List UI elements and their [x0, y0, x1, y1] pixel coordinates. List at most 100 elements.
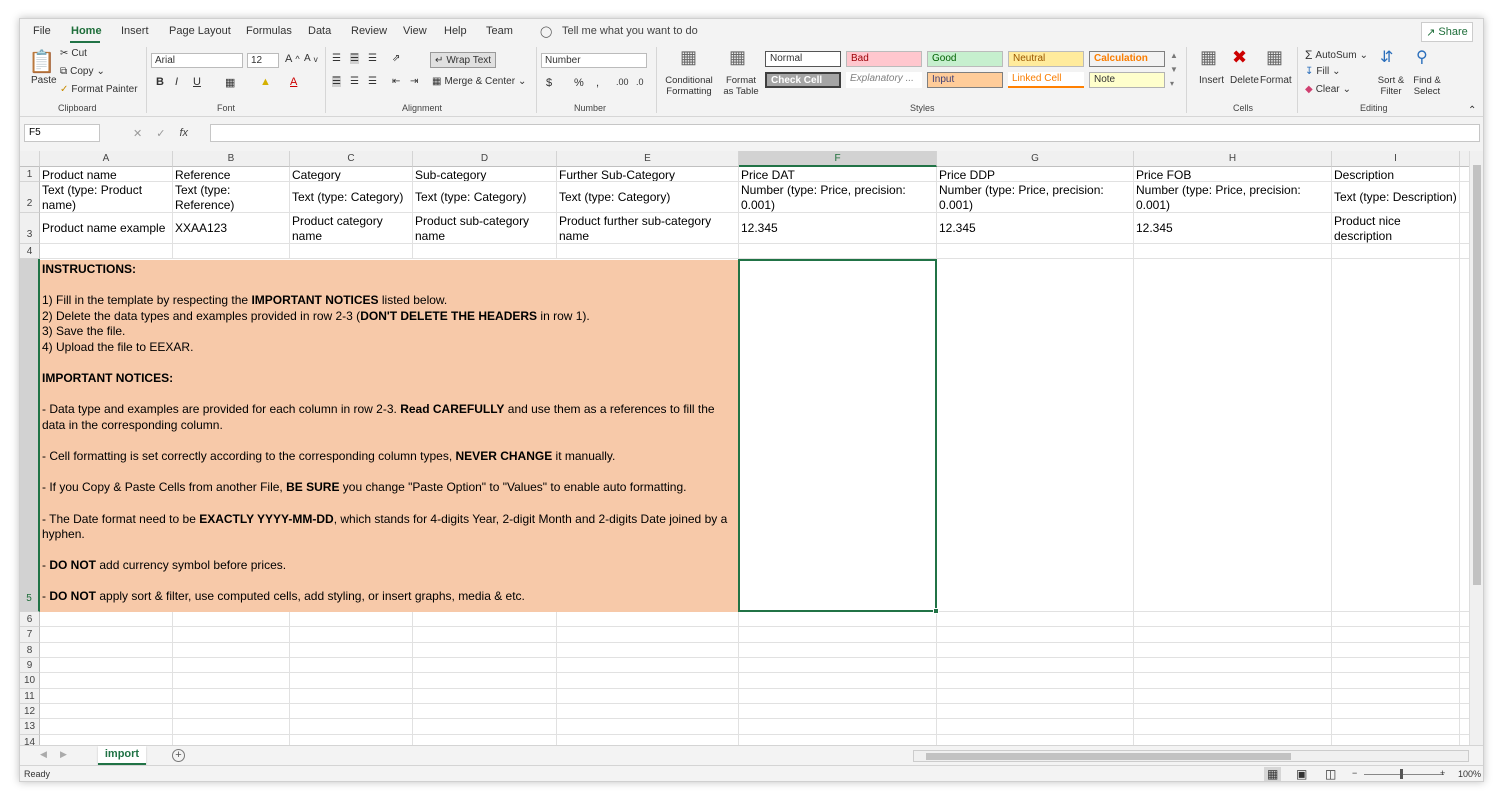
- empty-cell[interactable]: [1134, 673, 1332, 689]
- empty-cell[interactable]: [937, 643, 1134, 658]
- select-all-corner[interactable]: [20, 151, 40, 167]
- conditional-formatting-button[interactable]: Conditional Formatting: [661, 75, 717, 97]
- align-top-icon[interactable]: ☰: [332, 53, 341, 64]
- column-header-a[interactable]: A: [40, 151, 173, 167]
- empty-cell[interactable]: [413, 612, 557, 627]
- empty-cell[interactable]: [40, 643, 173, 658]
- tab-view[interactable]: View: [403, 25, 427, 37]
- empty-cell[interactable]: [40, 735, 173, 745]
- page-break-view-icon[interactable]: ◫: [1325, 767, 1336, 781]
- empty-cell[interactable]: [1332, 719, 1460, 735]
- horizontal-scroll-thumb[interactable]: [926, 753, 1291, 760]
- orientation-icon[interactable]: ⇗: [392, 53, 400, 64]
- empty-cell[interactable]: [413, 658, 557, 673]
- empty-cell[interactable]: [40, 689, 173, 704]
- empty-cell[interactable]: [1332, 658, 1460, 673]
- vertical-scroll-thumb[interactable]: [1473, 165, 1481, 585]
- align-middle-icon[interactable]: ☰: [350, 53, 359, 64]
- empty-cell[interactable]: [557, 244, 739, 259]
- horizontal-scrollbar[interactable]: [913, 750, 1469, 762]
- empty-cell[interactable]: [1332, 244, 1460, 259]
- collapse-ribbon-icon[interactable]: ⌃: [1468, 105, 1476, 116]
- cell-g1[interactable]: Price DDP: [937, 167, 1134, 182]
- empty-cell[interactable]: [40, 627, 173, 643]
- cell-h3[interactable]: 12.345: [1134, 213, 1332, 244]
- increase-decimal-icon[interactable]: .00: [616, 77, 629, 87]
- share-button[interactable]: ↗ Share: [1421, 22, 1473, 42]
- cell-c3[interactable]: Product category name: [290, 213, 413, 244]
- fx-icon[interactable]: fx: [179, 127, 188, 139]
- empty-cell[interactable]: [1134, 689, 1332, 704]
- style-input[interactable]: Input: [927, 72, 1003, 88]
- empty-cell[interactable]: [557, 689, 739, 704]
- empty-cell[interactable]: [739, 689, 937, 704]
- cell-f2[interactable]: Number (type: Price, precision: 0.001): [739, 182, 937, 213]
- style-good[interactable]: Good: [927, 51, 1003, 67]
- style-explanatory[interactable]: Explanatory ...: [846, 72, 922, 88]
- insert-cells-button[interactable]: Insert: [1199, 75, 1224, 86]
- bold-button[interactable]: B: [156, 76, 164, 88]
- empty-cell[interactable]: [290, 673, 413, 689]
- empty-cell[interactable]: [557, 612, 739, 627]
- empty-cell[interactable]: [739, 704, 937, 719]
- empty-cell[interactable]: [557, 735, 739, 745]
- styles-scroll-icon[interactable]: ▲ ▼ ▾: [1170, 49, 1178, 91]
- underline-button[interactable]: U: [193, 76, 201, 88]
- conditional-formatting-icon[interactable]: ▦: [680, 47, 697, 68]
- font-size-select[interactable]: 12: [247, 53, 279, 68]
- paste-button[interactable]: 📋: [28, 49, 55, 75]
- empty-cell[interactable]: [413, 735, 557, 745]
- empty-cell[interactable]: [739, 643, 937, 658]
- empty-cell[interactable]: [173, 643, 290, 658]
- page-layout-view-icon[interactable]: ▣: [1296, 767, 1307, 781]
- style-check-cell[interactable]: Check Cell: [765, 72, 841, 88]
- cell-b3[interactable]: XXAA123: [173, 213, 290, 244]
- cell-c1[interactable]: Category: [290, 167, 413, 182]
- empty-cell[interactable]: [739, 719, 937, 735]
- decrease-font-icon[interactable]: Av: [304, 53, 318, 64]
- row-header-8[interactable]: 8: [20, 643, 40, 658]
- row-header-13[interactable]: 13: [20, 719, 40, 735]
- empty-cell[interactable]: [413, 689, 557, 704]
- empty-cell[interactable]: [557, 719, 739, 735]
- empty-cell[interactable]: [739, 658, 937, 673]
- tab-help[interactable]: Help: [444, 25, 467, 37]
- row-header-14[interactable]: 14: [20, 735, 40, 745]
- empty-cell[interactable]: [413, 719, 557, 735]
- empty-cell[interactable]: [173, 658, 290, 673]
- empty-cell[interactable]: [557, 704, 739, 719]
- column-header-d[interactable]: D: [413, 151, 557, 167]
- cut-button[interactable]: ✂ Cut: [60, 48, 87, 59]
- cell-a3[interactable]: Product name example: [40, 213, 173, 244]
- empty-cell[interactable]: [557, 658, 739, 673]
- empty-cell[interactable]: [173, 673, 290, 689]
- row-header-2[interactable]: 2: [20, 182, 40, 213]
- cell-i1[interactable]: Description: [1332, 167, 1460, 182]
- empty-cell[interactable]: [739, 244, 937, 259]
- column-header-h[interactable]: H: [1134, 151, 1332, 167]
- spreadsheet-grid[interactable]: A B C D E F G H I 1 2 3 4 5 6 7 8 9 10 1…: [20, 151, 1470, 745]
- empty-cell[interactable]: [173, 689, 290, 704]
- tab-team[interactable]: Team: [486, 25, 513, 37]
- column-header-f[interactable]: F: [739, 151, 937, 167]
- cell-e2[interactable]: Text (type: Category): [557, 182, 739, 213]
- style-bad[interactable]: Bad: [846, 51, 922, 67]
- indent-decrease-icon[interactable]: ⇤: [392, 76, 400, 87]
- tab-data[interactable]: Data: [308, 25, 331, 37]
- zoom-out-icon[interactable]: −: [1352, 768, 1357, 778]
- empty-cell[interactable]: [1134, 704, 1332, 719]
- format-as-table-icon[interactable]: ▦: [729, 47, 746, 68]
- row-header-3[interactable]: 3: [20, 213, 40, 244]
- style-calculation[interactable]: Calculation: [1089, 51, 1165, 67]
- instructions-cell[interactable]: INSTRUCTIONS: 1) Fill in the template by…: [40, 260, 739, 612]
- empty-cell[interactable]: [1332, 704, 1460, 719]
- sort-filter-button[interactable]: Sort & Filter: [1375, 75, 1407, 97]
- currency-icon[interactable]: $: [546, 77, 552, 89]
- empty-cell[interactable]: [739, 673, 937, 689]
- cell-d1[interactable]: Sub-category: [413, 167, 557, 182]
- style-neutral[interactable]: Neutral: [1008, 51, 1084, 67]
- next-sheet-icon[interactable]: ▶: [60, 749, 67, 760]
- empty-cell[interactable]: [40, 704, 173, 719]
- row-header-9[interactable]: 9: [20, 658, 40, 673]
- empty-cell[interactable]: [937, 259, 1134, 612]
